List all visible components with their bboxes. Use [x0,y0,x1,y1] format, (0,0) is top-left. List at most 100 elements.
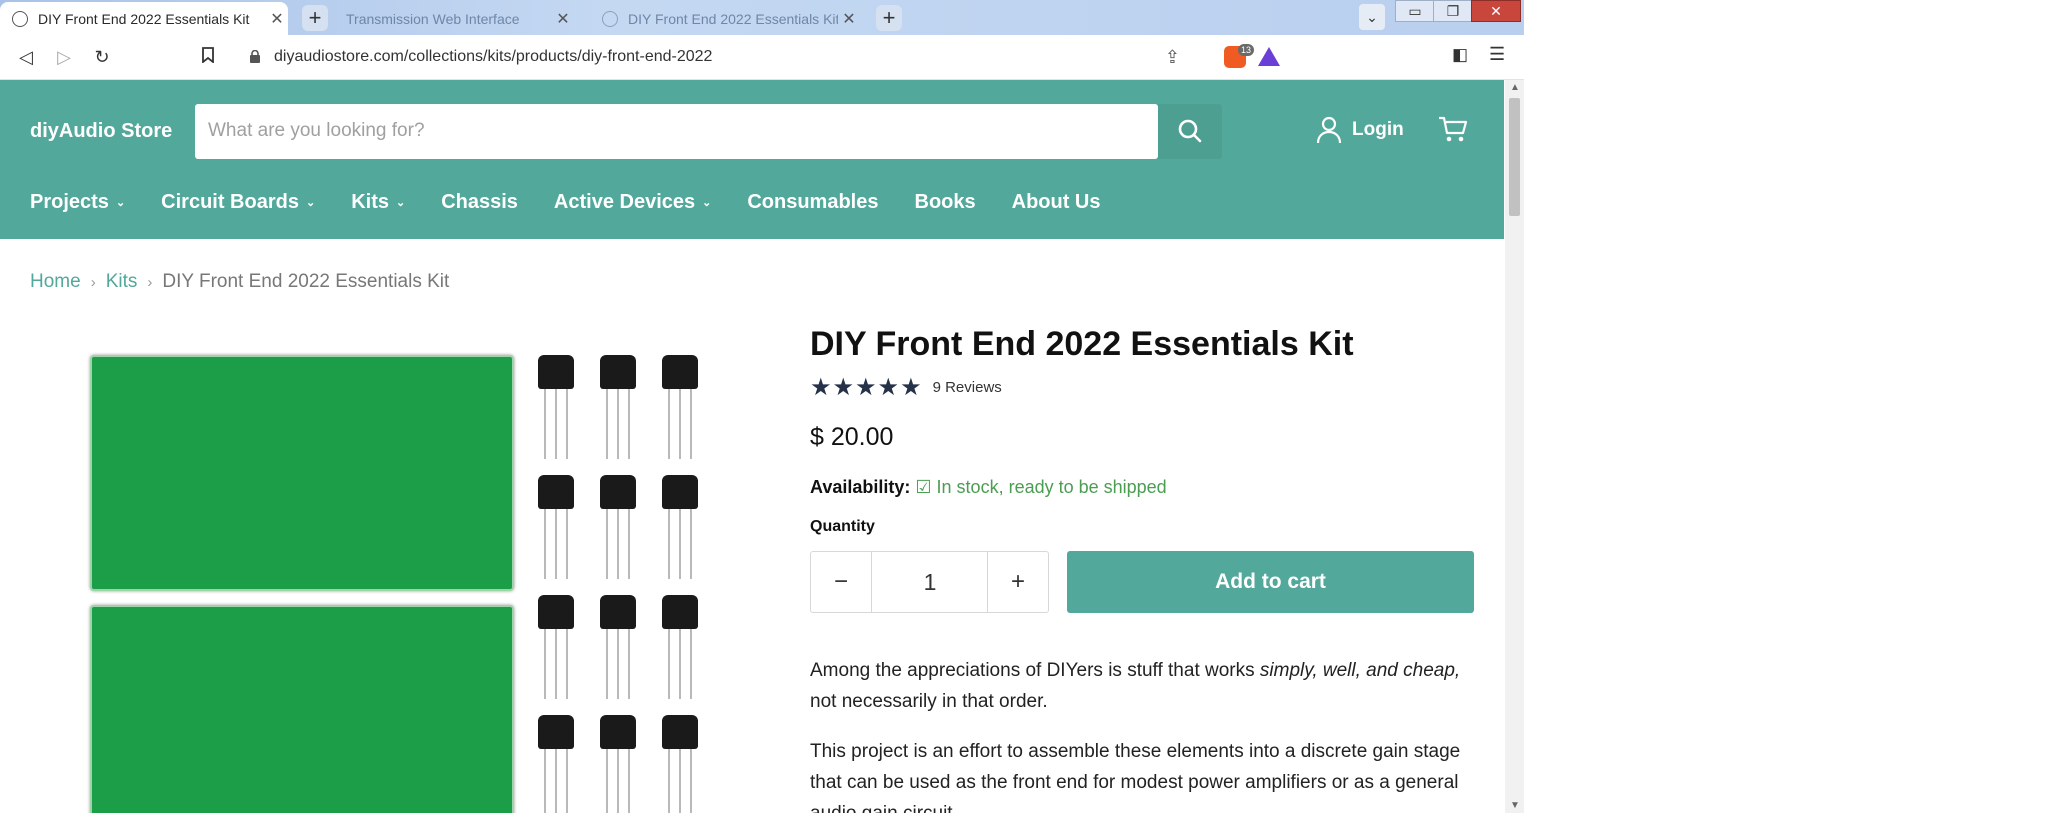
site-header: diyAudio Store What are you looking for?… [0,80,1504,239]
nav-label: Chassis [441,191,518,213]
reload-icon[interactable]: ↻ [90,45,114,69]
chevron-down-icon: ⌄ [702,197,712,209]
quantity-stepper: − 1 + [810,551,1049,613]
transistor-image [656,715,708,813]
transistor-image [532,355,584,465]
tab-inactive[interactable]: DIY Front End 2022 Essentials Kit ✕ [590,2,860,35]
search-icon [1178,119,1202,143]
transistor-image [656,475,708,585]
login-link[interactable]: Login [1316,116,1404,144]
user-icon [1316,116,1342,144]
cart-icon [1439,116,1468,142]
nav-label: Active Devices [553,191,696,213]
tab-inactive[interactable]: Transmission Web Interface ✕ [342,2,574,35]
nav-item-about-us[interactable]: About Us [1012,191,1101,214]
transistor-image [594,715,646,813]
description-text: not necessarily in that order. [810,691,1048,712]
globe-icon [12,10,28,27]
add-to-cart-button[interactable]: Add to cart [1067,551,1474,613]
new-tab-button[interactable]: + [876,5,902,31]
close-tab-icon[interactable]: ✕ [552,9,574,29]
menu-icon[interactable]: ☰ [1489,44,1505,65]
availability-label: Availability: [810,477,911,497]
main-nav: Projects ⌄ Circuit Boards ⌄ Kits ⌄ Chassis … [30,191,1137,214]
back-icon[interactable]: ◁ [14,45,38,69]
nav-item-consumables[interactable]: Consumables [747,191,878,214]
breadcrumb: Home › Kits › DIY Front End 2022 Essentials … [30,271,449,293]
description-paragraph: This project is an effort to assemble th… [810,741,1461,813]
share-icon[interactable]: ⇪ [1165,47,1180,68]
quantity-increase-button[interactable]: + [987,552,1048,612]
page-viewport: diyAudio Store What are you looking for?… [0,80,1504,813]
bookmark-icon[interactable] [196,45,220,69]
availability-value: In stock, ready to be shipped [936,477,1167,497]
cart-button[interactable] [1438,116,1468,149]
globe-icon [602,10,618,27]
close-window-button[interactable]: ✕ [1471,0,1521,22]
description-text: Among the appreciations of DIYers is stu… [810,660,1260,681]
tab-active[interactable]: DIY Front End 2022 Essentials Kit ✕ [0,2,288,35]
scroll-up-icon[interactable]: ▲ [1510,82,1520,93]
forward-icon[interactable]: ▷ [52,45,76,69]
breadcrumb-home[interactable]: Home [30,271,81,292]
new-tab-button[interactable]: + [302,5,328,31]
brave-rewards-icon[interactable] [1258,47,1280,66]
scroll-down-icon[interactable]: ▼ [1510,800,1520,811]
tab-title: DIY Front End 2022 Essentials Kit [628,10,838,27]
address-bar[interactable]: diyaudiostore.com/collections/kits/produ… [232,40,1290,74]
product-info: DIY Front End 2022 Essentials Kit ★★★★★ … [810,325,1475,813]
search-button[interactable] [1158,104,1222,159]
transistor-image [656,355,708,465]
nav-label: Circuit Boards [161,191,299,213]
nav-item-circuit-boards[interactable]: Circuit Boards ⌄ [161,191,315,214]
breadcrumb-separator-icon: › [90,274,96,291]
transistor-image [656,595,708,705]
nav-label: Books [914,191,976,213]
login-label: Login [1352,119,1404,140]
site-logo[interactable]: diyAudio Store [30,120,172,143]
transistor-image [594,475,646,585]
nav-item-projects[interactable]: Projects ⌄ [30,191,125,214]
product-rating[interactable]: ★★★★★ 9 Reviews [810,373,1475,402]
check-circle-icon: ☑ [915,477,932,497]
tab-strip: DIY Front End 2022 Essentials Kit ✕ + Tr… [0,0,1524,35]
product-image[interactable] [85,355,713,813]
search-input[interactable]: What are you looking for? [195,104,1158,159]
close-tab-icon[interactable]: ✕ [838,9,860,29]
nav-item-kits[interactable]: Kits ⌄ [351,191,405,214]
tab-title: DIY Front End 2022 Essentials Kit [38,10,250,27]
scrollbar-thumb[interactable] [1509,98,1520,216]
minimize-button[interactable]: ▭ [1395,0,1435,22]
page-scrollbar[interactable]: ▲ ▼ [1505,80,1524,813]
nav-item-active-devices[interactable]: Active Devices ⌄ [554,191,711,214]
star-rating-icon: ★★★★★ [810,374,923,401]
close-tab-icon[interactable]: ✕ [266,9,288,29]
nav-item-books[interactable]: Books [915,191,976,214]
tab-search-chevron-icon[interactable]: ⌄ [1359,4,1385,30]
transistor-image [594,595,646,705]
description-paragraph: Among the appreciations of DIYers is stu… [810,655,1475,717]
breadcrumb-kits[interactable]: Kits [106,271,138,292]
transistor-image [532,475,584,585]
transistor-image [594,355,646,465]
transistor-image [532,595,584,705]
restore-button[interactable]: ❐ [1433,0,1473,22]
chevron-down-icon: ⌄ [305,197,316,209]
review-count: 9 Reviews [932,379,1002,396]
product-price: $ 20.00 [810,423,894,451]
lock-icon [250,50,260,63]
nav-item-chassis[interactable]: Chassis [441,191,518,214]
nav-label: About Us [1011,191,1101,213]
quantity-label: Quantity [810,518,875,535]
nav-label: Kits [351,191,389,213]
chevron-down-icon: ⌄ [115,197,126,209]
sidebar-icon[interactable]: ◧ [1452,45,1468,65]
transistor-set-image [532,355,722,813]
pcb-board-image [90,355,514,591]
buy-row: − 1 + Add to cart [810,551,1475,615]
search-placeholder: What are you looking for? [208,120,425,141]
tab-title: Transmission Web Interface [346,10,520,27]
quantity-decrease-button[interactable]: − [811,552,872,612]
quantity-input[interactable]: 1 [871,552,989,612]
breadcrumb-current: DIY Front End 2022 Essentials Kit [162,271,450,292]
